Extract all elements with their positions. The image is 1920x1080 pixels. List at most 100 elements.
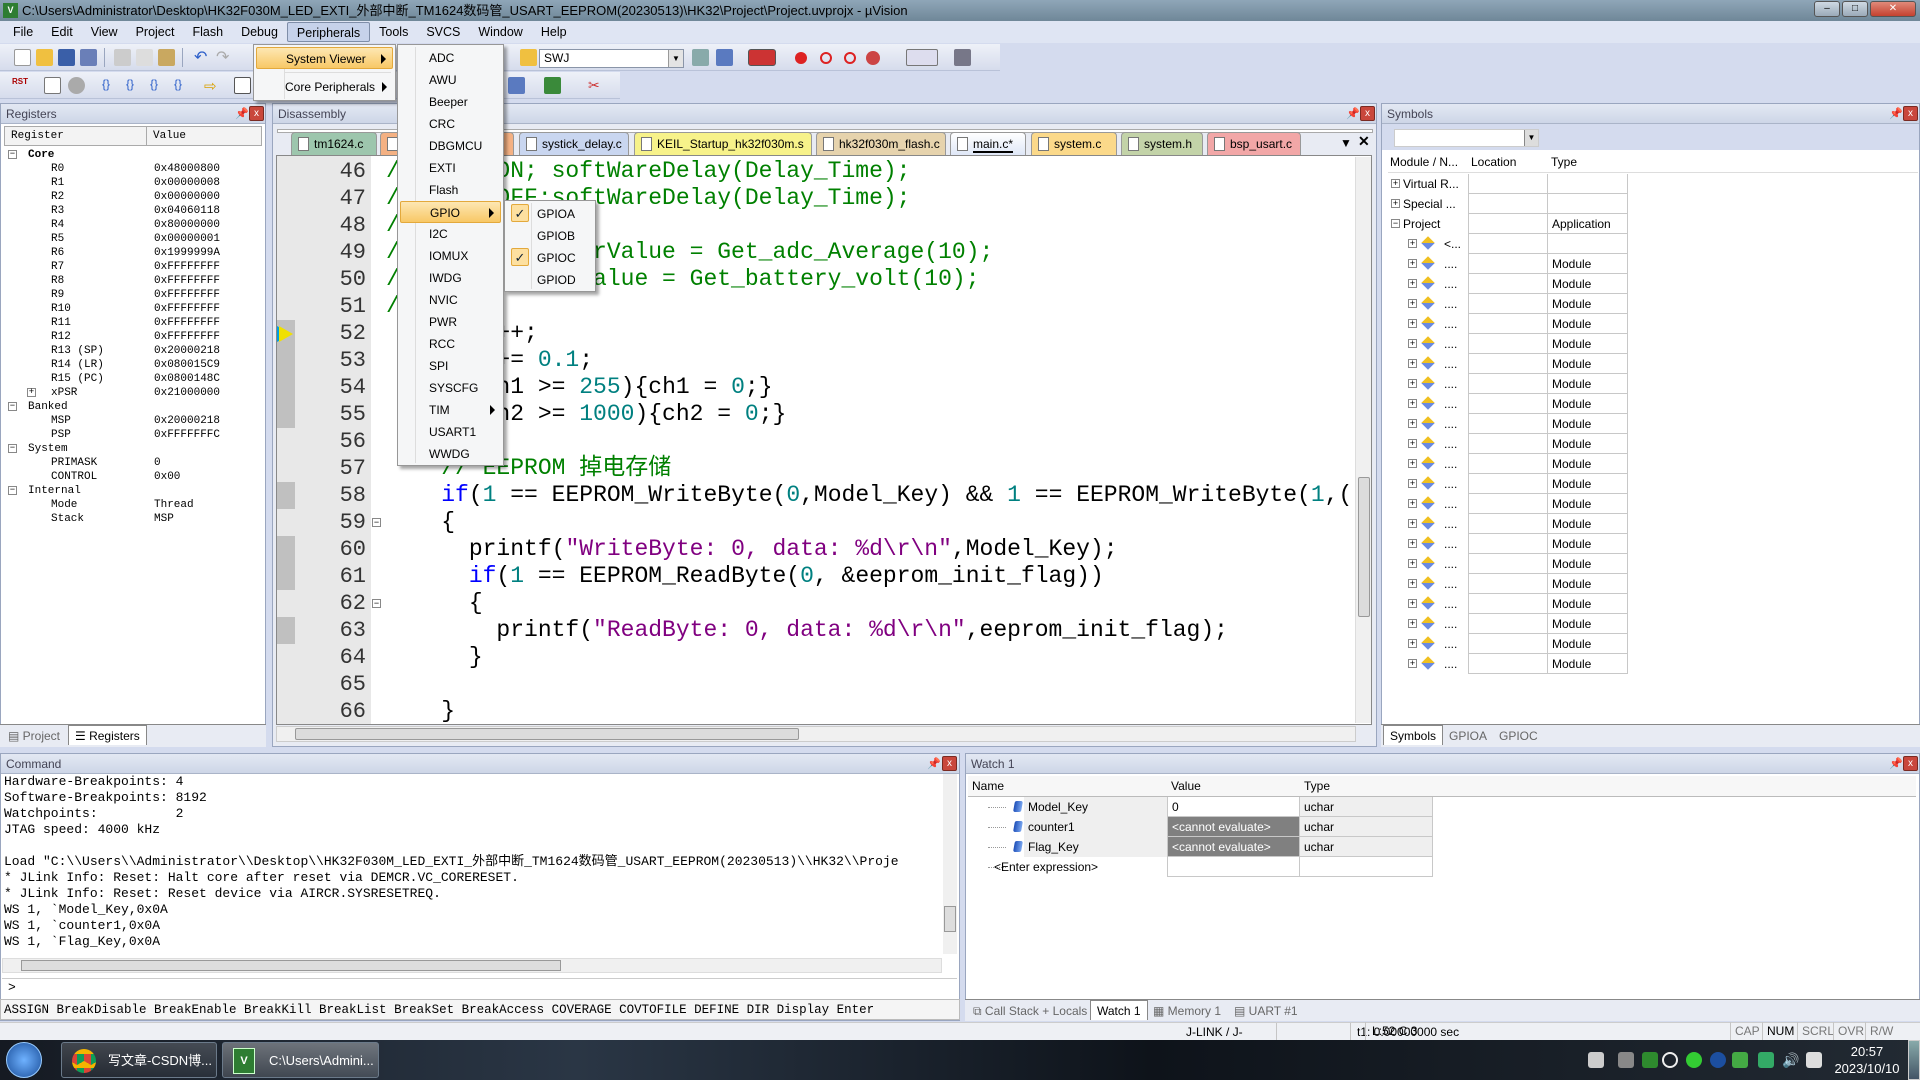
- line-number[interactable]: 62: [300, 590, 366, 617]
- menu-item-rcc[interactable]: RCC: [400, 333, 501, 355]
- menu-window[interactable]: Window: [469, 22, 531, 42]
- menu-item-pwr[interactable]: PWR: [400, 311, 501, 333]
- target-combo[interactable]: SWJ ▼: [539, 49, 684, 68]
- usb-device-icon[interactable]: [1618, 1052, 1634, 1068]
- line-number[interactable]: 56: [300, 428, 366, 455]
- volume-icon[interactable]: 🔊: [1782, 1052, 1799, 1068]
- collapse-icon[interactable]: −: [8, 444, 17, 453]
- line-number[interactable]: 48: [300, 212, 366, 239]
- register-row[interactable]: − Banked: [4, 400, 266, 414]
- editor-tab-keil-startup-hk32f030m-s[interactable]: KEIL_Startup_hk32f030m.s: [634, 132, 812, 155]
- register-row[interactable]: R14 (LR) 0x080015C9: [4, 358, 266, 372]
- tab-uart-1[interactable]: ▤ UART #1: [1228, 1001, 1304, 1021]
- run-icon[interactable]: [44, 77, 61, 94]
- step-over-icon[interactable]: {}: [126, 77, 143, 94]
- show-next-statement-icon[interactable]: ⇨: [204, 77, 221, 95]
- menu-peripherals[interactable]: Peripherals: [286, 22, 371, 42]
- minimize-button[interactable]: –: [1814, 1, 1840, 17]
- network-globe-icon[interactable]: [1662, 1052, 1678, 1068]
- menu-item-spi[interactable]: SPI: [400, 355, 501, 377]
- register-row[interactable]: R0 0x48000800: [4, 162, 266, 176]
- start-button[interactable]: [6, 1042, 42, 1078]
- save-icon[interactable]: [58, 49, 75, 66]
- run-to-cursor-icon[interactable]: {}: [174, 77, 191, 94]
- tab-project[interactable]: ▤ Project: [2, 726, 66, 746]
- register-row[interactable]: R3 0x04060118: [4, 204, 266, 218]
- menu-item-gpiob[interactable]: GPIOB: [507, 225, 593, 247]
- menu-item-dbgmcu[interactable]: DBGMCU: [400, 135, 501, 157]
- register-row[interactable]: − Core: [4, 148, 266, 162]
- close-icon[interactable]: x: [942, 756, 957, 771]
- symbol-row[interactable]: +.... Module: [1388, 254, 1628, 274]
- close-tab-icon[interactable]: ✕: [1358, 133, 1370, 150]
- register-row[interactable]: R1 0x00000008: [4, 176, 266, 190]
- close-icon[interactable]: x: [1360, 106, 1375, 121]
- watch-value[interactable]: <cannot evaluate>: [1167, 817, 1300, 837]
- symbol-row[interactable]: +.... Module: [1388, 614, 1628, 634]
- expand-icon[interactable]: +: [1408, 319, 1417, 328]
- clock[interactable]: 20:57 2023/10/10: [1832, 1043, 1902, 1077]
- menu-svcs[interactable]: SVCS: [417, 22, 469, 42]
- menu-item-gpio[interactable]: GPIO: [400, 201, 501, 223]
- expand-icon[interactable]: +: [1408, 459, 1417, 468]
- column-header-value[interactable]: Value: [153, 127, 186, 145]
- watch-value[interactable]: <cannot evaluate>: [1167, 837, 1300, 857]
- column-header-module[interactable]: Module / N...: [1390, 151, 1458, 173]
- bluetooth-icon[interactable]: [1710, 1052, 1726, 1068]
- network-icon[interactable]: [1806, 1052, 1822, 1068]
- expand-icon[interactable]: +: [27, 388, 36, 397]
- menu-item-syscfg[interactable]: SYSCFG: [400, 377, 501, 399]
- line-number[interactable]: 50: [300, 266, 366, 293]
- line-number[interactable]: 46: [300, 158, 366, 185]
- register-row[interactable]: R4 0x80000000: [4, 218, 266, 232]
- line-number[interactable]: 51: [300, 293, 366, 320]
- tab-gpioa[interactable]: GPIOA: [1443, 726, 1493, 746]
- symbol-row[interactable]: +.... Module: [1388, 294, 1628, 314]
- expand-icon[interactable]: +: [1408, 419, 1417, 428]
- editor-vertical-scrollbar[interactable]: [1355, 157, 1371, 723]
- pin-icon[interactable]: 📌: [927, 757, 941, 770]
- symbol-row[interactable]: +.... Module: [1388, 394, 1628, 414]
- memory-window-icon[interactable]: [508, 77, 525, 94]
- find-in-files-icon[interactable]: [520, 49, 537, 66]
- line-number[interactable]: 63: [300, 617, 366, 644]
- expand-icon[interactable]: +: [1391, 199, 1400, 208]
- insert-breakpoint-icon[interactable]: [795, 52, 807, 64]
- menu-tools[interactable]: Tools: [370, 22, 417, 42]
- menu-item-gpioc[interactable]: ✓ GPIOC: [507, 247, 593, 269]
- tab-registers[interactable]: ☰ Registers: [68, 725, 147, 745]
- copy-icon[interactable]: [136, 49, 153, 66]
- symbol-row[interactable]: +.... Module: [1388, 594, 1628, 614]
- wechat-icon[interactable]: [1686, 1052, 1702, 1068]
- watch-value[interactable]: 0: [1167, 797, 1300, 817]
- command-window-icon[interactable]: [234, 77, 251, 94]
- symbol-row[interactable]: + Special ...: [1388, 194, 1628, 214]
- step-in-icon[interactable]: {}: [102, 77, 119, 94]
- tab-gpioc[interactable]: GPIOC: [1493, 726, 1544, 746]
- symbol-row[interactable]: +.... Module: [1388, 354, 1628, 374]
- show-desktop-button[interactable]: [1908, 1040, 1920, 1080]
- undo-icon[interactable]: ↶: [194, 49, 211, 66]
- line-number[interactable]: 57: [300, 455, 366, 482]
- line-number[interactable]: 65: [300, 671, 366, 698]
- register-row[interactable]: R8 0xFFFFFFFF: [4, 274, 266, 288]
- symbol-row[interactable]: +.... Module: [1388, 454, 1628, 474]
- symbol-row[interactable]: +.... Module: [1388, 274, 1628, 294]
- scrollbar-thumb[interactable]: [21, 960, 561, 971]
- expand-icon[interactable]: +: [1408, 299, 1417, 308]
- symbol-row[interactable]: + <...: [1388, 234, 1628, 254]
- debug-session-icon[interactable]: [748, 49, 776, 66]
- expand-icon[interactable]: +: [1408, 559, 1417, 568]
- expand-icon[interactable]: +: [1408, 499, 1417, 508]
- menu-item-system-viewer[interactable]: System Viewer: [256, 47, 393, 69]
- column-header-location[interactable]: Location: [1471, 151, 1516, 173]
- menu-item-adc[interactable]: ADC: [400, 47, 501, 69]
- pin-icon[interactable]: 📌: [1889, 757, 1903, 770]
- tab-memory-1[interactable]: ▦ Memory 1: [1147, 1001, 1227, 1021]
- symbol-row[interactable]: +.... Module: [1388, 414, 1628, 434]
- menu-item-nvic[interactable]: NVIC: [400, 289, 501, 311]
- serial-window-icon[interactable]: [544, 77, 561, 94]
- line-number[interactable]: 53: [300, 347, 366, 374]
- incremental-find-icon[interactable]: [716, 49, 733, 66]
- expand-icon[interactable]: +: [1408, 359, 1417, 368]
